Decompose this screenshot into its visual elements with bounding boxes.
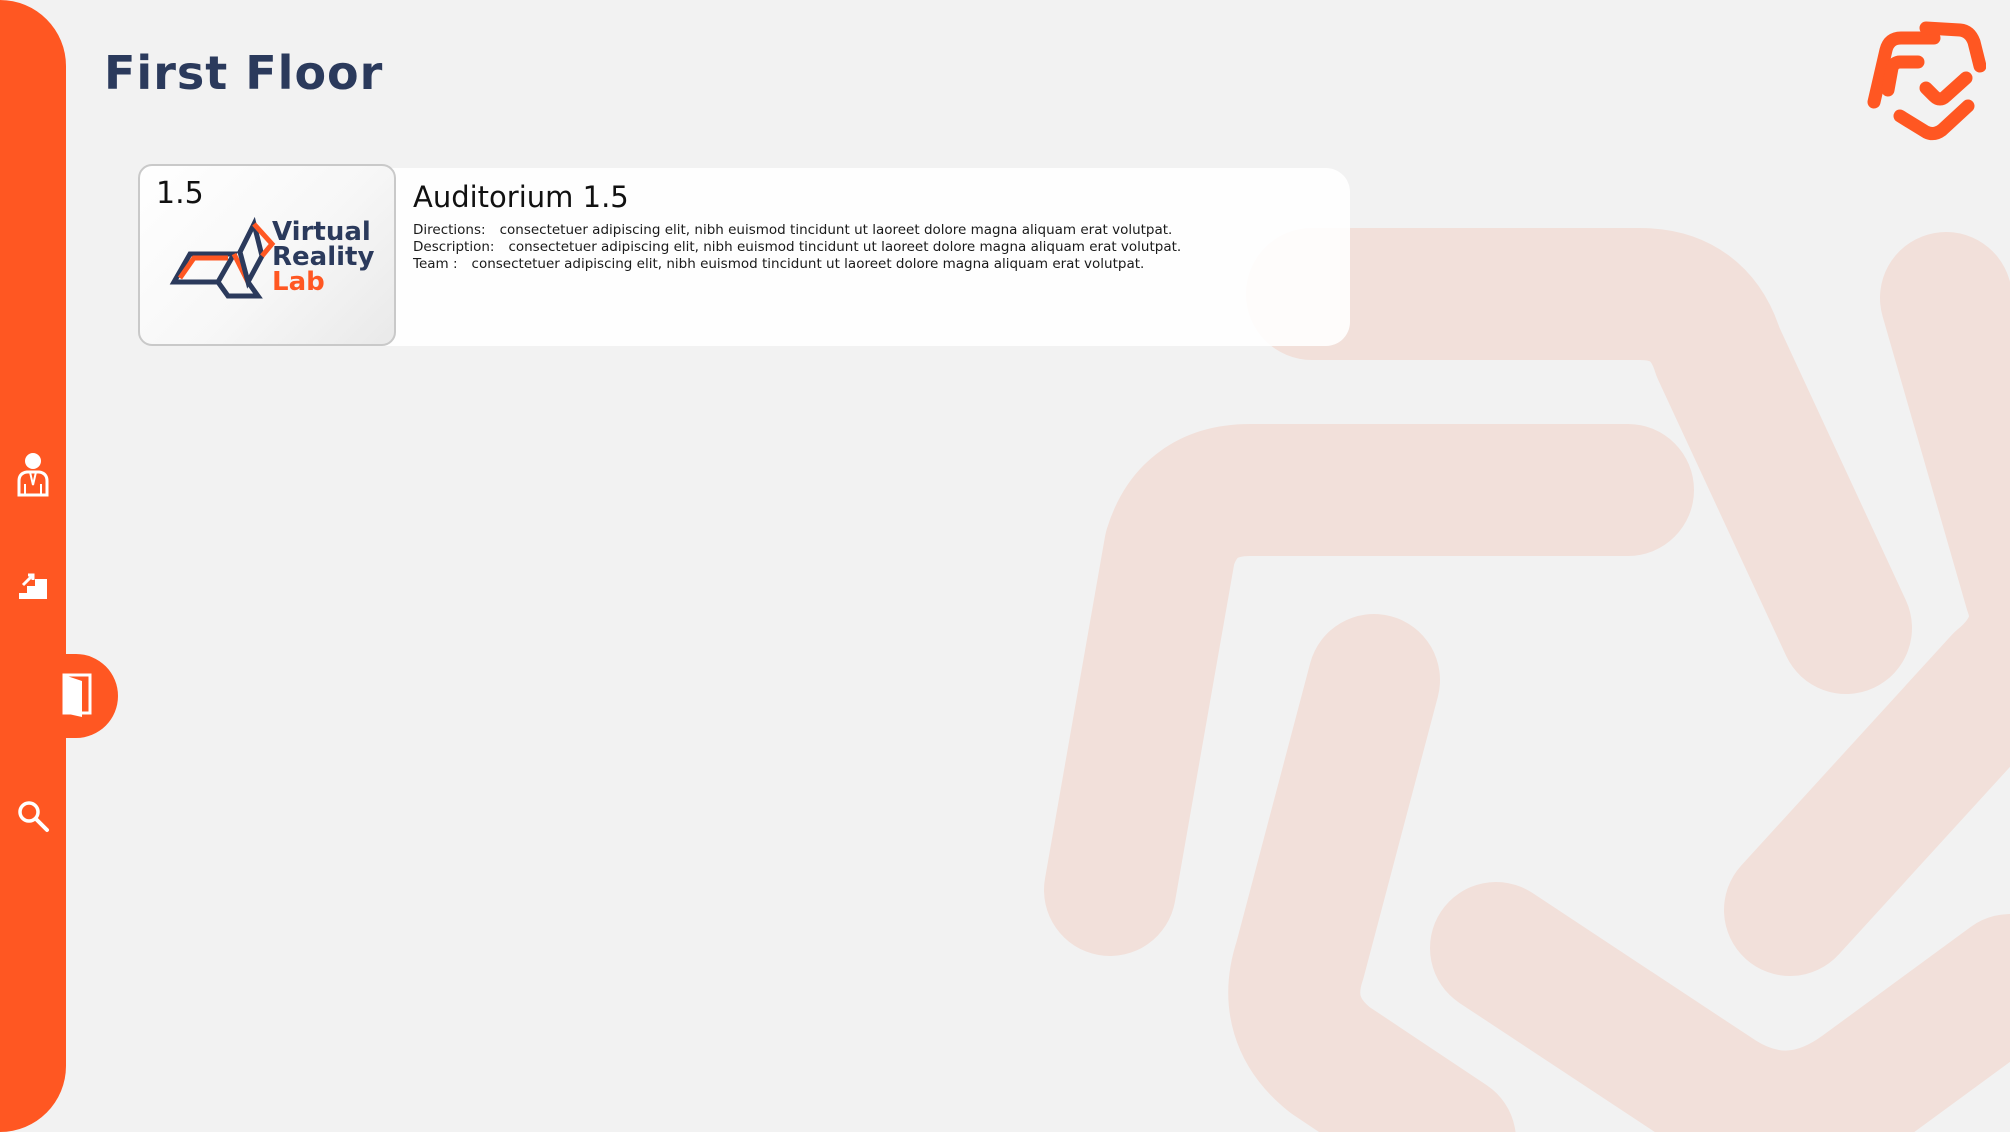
- brand-logo-icon: [1867, 21, 1986, 141]
- team-label: Team :: [413, 256, 458, 272]
- room-name: Auditorium 1.5: [413, 180, 629, 214]
- description-label: Description:: [413, 239, 495, 255]
- room-info: Auditorium 1.5 Directions: consectetuer a…: [413, 180, 1333, 273]
- team-value: consectetuer adipiscing elit, nibh euism…: [471, 256, 1145, 272]
- person-icon: [17, 453, 49, 497]
- room-description: Description: consectetuer adipiscing elit…: [413, 239, 1333, 256]
- room-thumbnail[interactable]: 1.5 Virtual Reality Lab: [138, 164, 396, 346]
- stairs-icon: [19, 573, 47, 599]
- sidebar-item-staff[interactable]: [0, 444, 66, 504]
- vr-lab-logo-text: Virtual Reality Lab: [272, 219, 374, 297]
- directions-label: Directions:: [413, 222, 486, 238]
- sidebar: [0, 0, 66, 1132]
- room-number: 1.5: [156, 176, 204, 211]
- room-directions: Directions: consectetuer adipiscing elit,…: [413, 222, 1333, 239]
- room-card[interactable]: 1.5 Virtual Reality Lab Auditorium 1.5 D…: [138, 164, 1350, 346]
- page-title: First Floor: [104, 46, 384, 100]
- room-team: Team : consectetuer adipiscing elit, nibh…: [413, 256, 1333, 273]
- sidebar-item-rooms[interactable]: [0, 654, 118, 738]
- logo-line-3: Lab: [272, 267, 325, 297]
- sidebar-item-search[interactable]: [0, 786, 66, 846]
- search-icon: [18, 801, 49, 832]
- door-icon: [62, 673, 92, 717]
- directions-value: consectetuer adipiscing elit, nibh euism…: [499, 222, 1173, 238]
- description-value: consectetuer adipiscing elit, nibh euism…: [508, 239, 1182, 255]
- sidebar-item-floors[interactable]: [0, 555, 66, 615]
